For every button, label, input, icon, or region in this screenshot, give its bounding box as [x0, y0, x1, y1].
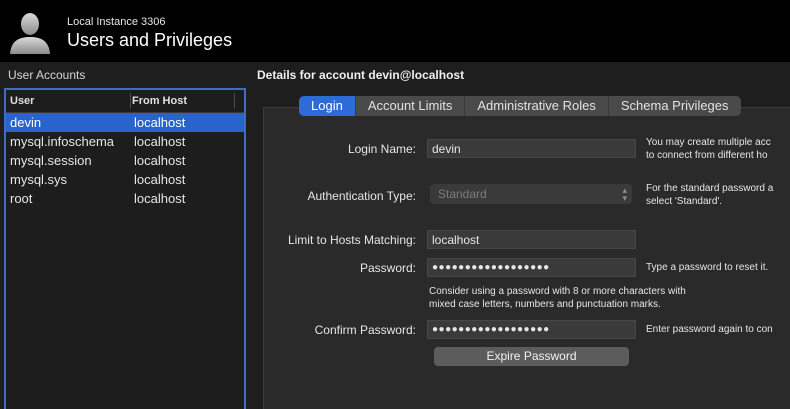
- host-cell: localhost: [134, 134, 186, 149]
- login-name-field[interactable]: devin: [427, 139, 636, 158]
- hosts-label: Limit to Hosts Matching:: [287, 233, 416, 247]
- login-name-label: Login Name:: [347, 142, 416, 156]
- hint-line: You may create multiple acc: [646, 137, 771, 148]
- host-cell: localhost: [134, 191, 186, 206]
- password-note: Consider using a password with 8 or more…: [429, 285, 686, 311]
- column-divider: [130, 93, 131, 109]
- tab-bar: Login Account Limits Administrative Role…: [299, 96, 741, 116]
- instance-name: Local Instance 3306: [67, 16, 166, 28]
- login-name-hint: You may create multiple acc to connect f…: [646, 136, 771, 162]
- table-row[interactable]: mysql.infoschema localhost: [6, 132, 244, 151]
- password-field[interactable]: ●●●●●●●●●●●●●●●●●●: [427, 258, 636, 277]
- auth-type-select[interactable]: Standard ▴ ▾: [430, 184, 632, 204]
- user-cell: mysql.session: [10, 153, 92, 168]
- host-cell: localhost: [134, 153, 186, 168]
- note-line: mixed case letters, numbers and punctuat…: [429, 299, 661, 310]
- host-cell: localhost: [134, 172, 186, 187]
- table-row[interactable]: mysql.sys localhost: [6, 170, 244, 189]
- password-hint: Type a password to reset it.: [646, 262, 769, 273]
- tab-schema-privileges[interactable]: Schema Privileges: [609, 96, 741, 116]
- column-header-host[interactable]: From Host: [132, 95, 187, 107]
- details-title: Details for account devin@localhost: [257, 68, 465, 82]
- hint-line: select 'Standard'.: [646, 196, 723, 207]
- tab-administrative-roles[interactable]: Administrative Roles: [465, 96, 609, 116]
- hint-line: to connect from different ho: [646, 150, 768, 161]
- confirm-password-hint: Enter password again to con: [646, 324, 773, 335]
- table-row[interactable]: devin localhost: [6, 113, 244, 132]
- page-title: Users and Privileges: [67, 30, 233, 50]
- hint-line: For the standard password a: [646, 183, 774, 194]
- host-cell: localhost: [134, 115, 186, 130]
- user-accounts-list[interactable]: User From Host devin localhost mysql.inf…: [4, 88, 246, 409]
- hosts-field[interactable]: localhost: [427, 230, 636, 249]
- header-bar: Local Instance 3306 Users and Privileges: [0, 0, 790, 62]
- auth-type-hint: For the standard password a select 'Stan…: [646, 182, 773, 208]
- column-header-user[interactable]: User: [10, 95, 34, 107]
- user-cell: devin: [10, 115, 42, 130]
- user-silhouette-icon: [10, 13, 50, 54]
- tab-account-limits[interactable]: Account Limits: [356, 96, 466, 116]
- confirm-password-label: Confirm Password:: [314, 323, 416, 337]
- user-cell: mysql.sys: [10, 172, 68, 187]
- tab-login[interactable]: Login: [299, 96, 356, 116]
- confirm-password-field[interactable]: ●●●●●●●●●●●●●●●●●●: [427, 320, 636, 339]
- note-line: Consider using a password with 8 or more…: [429, 286, 686, 297]
- column-divider: [234, 93, 235, 109]
- auth-type-value: Standard: [438, 187, 487, 201]
- table-row[interactable]: root localhost: [6, 189, 244, 208]
- table-row[interactable]: mysql.session localhost: [6, 151, 244, 170]
- auth-type-label: Authentication Type:: [307, 189, 416, 203]
- password-label: Password:: [359, 261, 416, 275]
- user-cell: mysql.infoschema: [10, 134, 115, 149]
- list-header: User From Host: [6, 90, 244, 113]
- user-accounts-label: User Accounts: [8, 68, 86, 82]
- chevron-updown-icon: ▴ ▾: [622, 185, 627, 203]
- expire-password-button[interactable]: Expire Password: [434, 347, 629, 366]
- user-cell: root: [10, 191, 33, 206]
